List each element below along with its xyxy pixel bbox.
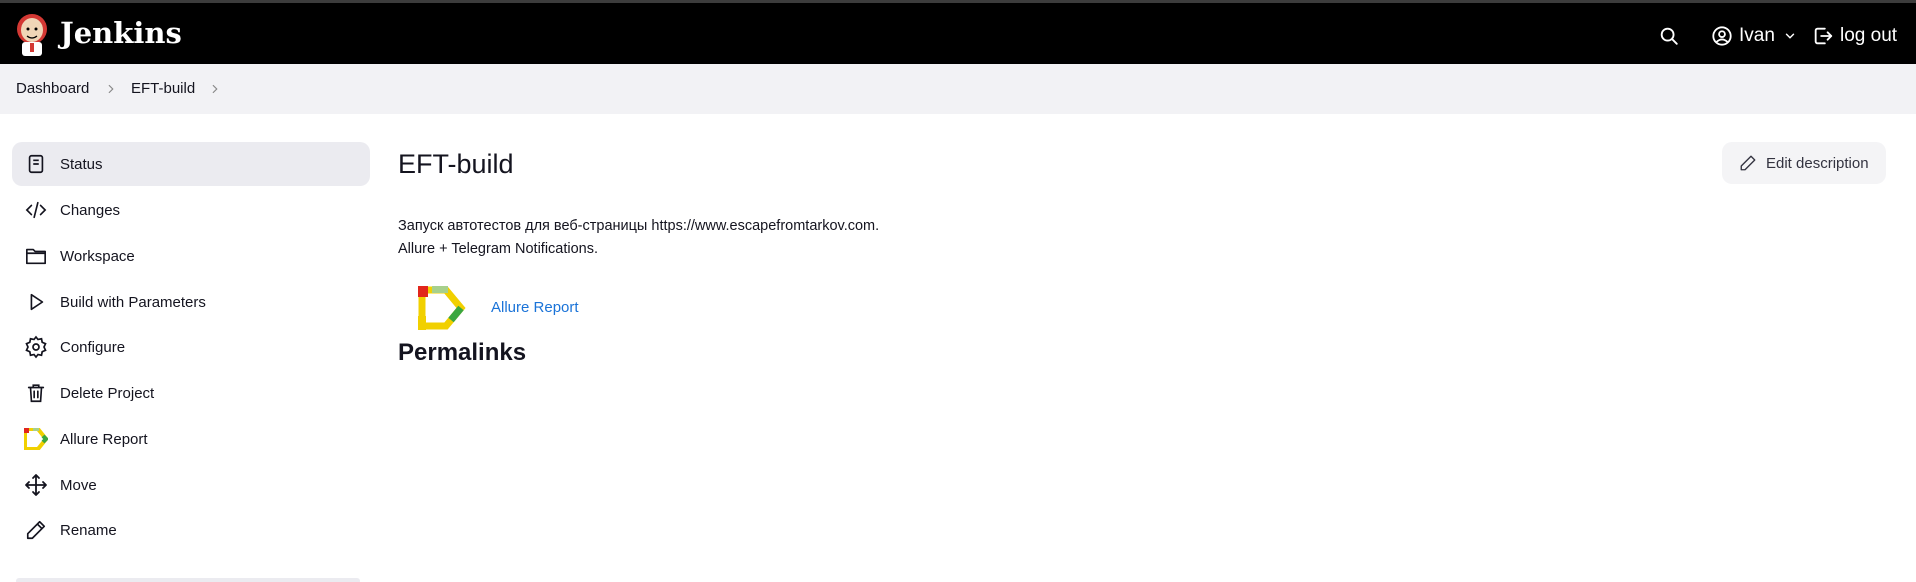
sidebar-item-label: Build with Parameters [60, 293, 206, 311]
sidebar-item-label: Changes [60, 201, 121, 219]
search-icon [1660, 27, 1678, 45]
sidebar-item-label: Rename [60, 521, 117, 539]
sidebar-item-label: Move [60, 476, 97, 494]
breadcrumb-dashboard[interactable]: Dashboard [16, 80, 89, 98]
description-line: Allure + Telegram Notifications. [398, 241, 599, 257]
sidebar-item-label: Workspace [60, 247, 135, 265]
user-name: Ivan [1739, 25, 1775, 46]
sidebar-item-delete-project[interactable]: Delete Project [12, 371, 370, 415]
page-title: EFT-build [398, 149, 514, 179]
edit-description-button[interactable]: Edit description [1722, 142, 1886, 184]
sidebar-item-allure-report[interactable]: Allure Report [12, 417, 370, 461]
trash-icon [24, 381, 48, 405]
edit-description-label: Edit description [1766, 154, 1869, 172]
sidebar-item-build-with-parameters[interactable]: Build with Parameters [12, 280, 370, 324]
gear-icon [24, 335, 48, 359]
breadcrumb-eft-build[interactable]: EFT-build [131, 80, 195, 98]
description-line: Запуск автотестов для веб-страницы https… [398, 218, 880, 234]
logout-button[interactable]: log out [1812, 22, 1897, 50]
move-icon [24, 473, 48, 497]
sidebar-item-label: Configure [60, 338, 126, 356]
top-bar: Jenkins Ivan log out [0, 0, 1916, 64]
folder-icon [24, 244, 48, 268]
allure-logo-icon[interactable] [418, 286, 466, 330]
sidebar-item-label: Status [60, 155, 103, 173]
sidebar-item-label: Allure Report [60, 430, 148, 448]
pencil-icon [1740, 155, 1756, 171]
permalinks-heading: Permalinks [398, 339, 527, 366]
sidebar-divider [16, 578, 360, 582]
sidebar-item-configure[interactable]: Configure [12, 325, 370, 369]
status-icon [24, 152, 48, 176]
user-icon [1712, 26, 1732, 46]
breadcrumb: Dashboard EFT-build [0, 64, 1916, 114]
search-button[interactable] [1658, 22, 1680, 50]
logout-label: log out [1840, 25, 1898, 46]
project-description: Запуск автотестов для веб-страницы https… [398, 215, 879, 261]
user-menu[interactable]: Ivan [1711, 22, 1797, 50]
chevron-right-icon[interactable] [208, 82, 222, 96]
code-icon [24, 198, 48, 222]
chevron-right-icon [108, 84, 114, 94]
allure-report-link[interactable]: Allure Report [491, 299, 579, 316]
logout-icon [1814, 27, 1833, 45]
sidebar-item-status[interactable]: Status [12, 142, 370, 186]
sidebar-item-label: Delete Project [60, 384, 155, 402]
jenkins-logo-icon[interactable] [14, 12, 50, 58]
sidebar-item-changes[interactable]: Changes [12, 188, 370, 232]
sidebar-item-move[interactable]: Move [12, 463, 370, 507]
pencil-icon [24, 518, 48, 542]
play-icon [24, 290, 48, 314]
sidebar-item-workspace[interactable]: Workspace [12, 234, 370, 278]
chevron-down-icon [1785, 33, 1795, 39]
allure-icon [24, 427, 48, 451]
sidebar-item-rename[interactable]: Rename [12, 508, 370, 552]
app-title[interactable]: Jenkins [60, 13, 182, 53]
